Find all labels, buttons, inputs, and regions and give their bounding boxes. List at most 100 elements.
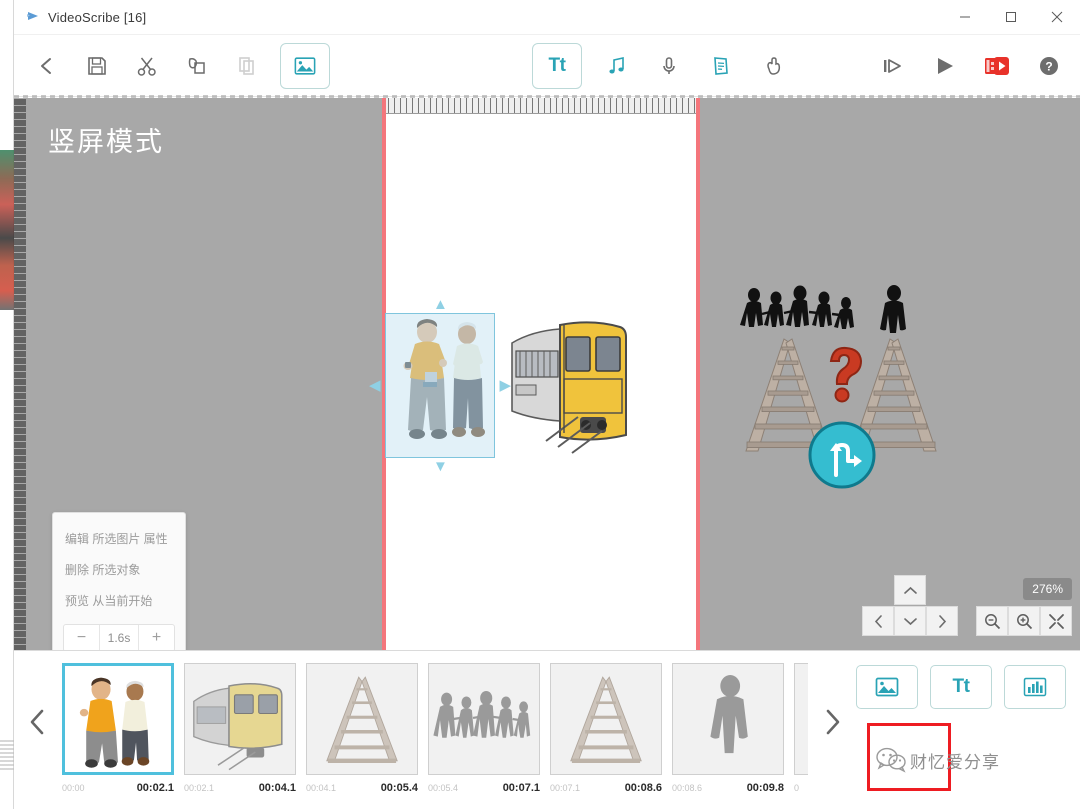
- play-logo-icon: [26, 10, 40, 24]
- timeline-frame-5[interactable]: [550, 663, 662, 775]
- vertical-ruler: [14, 98, 26, 650]
- background-window-text: [0, 740, 14, 770]
- add-text-timeline-button[interactable]: Tt: [930, 665, 992, 709]
- add-chart-timeline-button[interactable]: [1004, 665, 1066, 709]
- timeline-frame-2[interactable]: [184, 663, 296, 775]
- add-text-button[interactable]: Tt: [532, 42, 582, 89]
- frame-6-end: 00:09.8: [746, 782, 784, 794]
- zoom-level-badge: 276%: [1023, 578, 1072, 600]
- timeline-frame-5-times: 00:07.1 00:08.6: [550, 779, 662, 797]
- toolbar-left-group: [14, 42, 330, 89]
- timeline-frame-7[interactable]: [794, 663, 808, 775]
- toolbar-center-group: Tt: [532, 42, 790, 89]
- resize-handle-up-icon[interactable]: ▲: [433, 296, 448, 313]
- frame-7-start: 0: [794, 783, 800, 793]
- horizontal-ruler: [382, 98, 700, 114]
- publish-button[interactable]: [980, 49, 1014, 83]
- timeline-track[interactable]: 00:00 00:02.1 00:02.1 00:04.1 00:04.1 00…: [62, 659, 808, 807]
- toolbar-right-group: ?: [876, 49, 1066, 83]
- cut-button[interactable]: [130, 49, 164, 83]
- timeline-frame-6-times: 00:08.6 00:09.8: [672, 779, 784, 797]
- resize-handle-left-icon[interactable]: ◀: [369, 376, 381, 394]
- artwork-tracks-choice[interactable]: [732, 283, 952, 503]
- play-from-here-button[interactable]: [876, 49, 910, 83]
- timeline-frame-3[interactable]: [306, 663, 418, 775]
- paste-button[interactable]: [230, 49, 264, 83]
- zoom-button-group: [976, 606, 1072, 636]
- zoom-in-button[interactable]: [1008, 606, 1040, 636]
- pan-up-button[interactable]: [894, 575, 926, 605]
- svg-text:?: ?: [1045, 59, 1052, 73]
- play-button[interactable]: [928, 49, 962, 83]
- wechat-icon: [876, 747, 906, 773]
- frame-2-end: 00:04.1: [258, 782, 296, 794]
- frame-1-end: 00:02.1: [136, 782, 174, 794]
- timeline-frame-4[interactable]: [428, 663, 540, 775]
- timeline-frame-2-times: 00:02.1 00:04.1: [184, 779, 296, 797]
- back-button[interactable]: [30, 49, 64, 83]
- frame-4-end: 00:07.1: [502, 782, 540, 794]
- fit-to-screen-button[interactable]: [1040, 606, 1072, 636]
- close-button[interactable]: [1034, 0, 1080, 35]
- maximize-button[interactable]: [988, 0, 1034, 35]
- background-window[interactable]: [0, 0, 14, 809]
- title-bar: VideoScribe [16]: [14, 0, 1080, 35]
- videoscribe-window: VideoScribe [16] Tt ? 竖屏模式 ▲ ▼ ◀ ▶ 编辑 所选…: [0, 0, 1080, 809]
- minimize-button[interactable]: [942, 0, 988, 35]
- add-image-button[interactable]: [280, 42, 330, 89]
- timeline-prev-button[interactable]: [18, 697, 58, 747]
- timeline-frame-3-times: 00:04.1 00:05.4: [306, 779, 418, 797]
- duration-increase-button[interactable]: +: [138, 625, 174, 650]
- timeline-frame-1[interactable]: [62, 663, 174, 775]
- timeline-bar: 00:00 00:02.1 00:02.1 00:04.1 00:04.1 00…: [14, 650, 1080, 809]
- paper-button[interactable]: [704, 49, 738, 83]
- guide-line-right: [696, 98, 700, 650]
- frame-1-start: 00:00: [62, 783, 85, 793]
- duration-stepper[interactable]: − 1.6s +: [63, 624, 175, 650]
- add-text-label: Tt: [548, 54, 566, 76]
- pan-right-button[interactable]: [926, 606, 958, 636]
- thumb-art-track-2: [570, 676, 642, 763]
- frame-3-start: 00:04.1: [306, 783, 337, 793]
- artwork-train[interactable]: [506, 313, 666, 533]
- delete-selected-object[interactable]: 删除 所选对象: [53, 554, 185, 585]
- timeline-next-button[interactable]: [812, 697, 852, 747]
- thumb-art-family: [433, 690, 531, 738]
- record-voice-button[interactable]: [652, 49, 686, 83]
- thumb-art-track: [326, 676, 398, 763]
- timeline-frame-6[interactable]: [672, 663, 784, 775]
- edit-image-properties[interactable]: 编辑 所选图片 属性: [53, 523, 185, 554]
- save-button[interactable]: [80, 49, 114, 83]
- frame-4-start: 00:05.4: [428, 783, 459, 793]
- hand-button[interactable]: [756, 49, 790, 83]
- add-music-button[interactable]: [600, 49, 634, 83]
- preview-from-here[interactable]: 预览 从当前开始: [53, 585, 185, 616]
- pan-down-button[interactable]: [894, 606, 926, 636]
- canvas-mode-label: 竖屏模式: [48, 127, 164, 157]
- selection-box[interactable]: ▲ ▼ ◀ ▶: [369, 296, 511, 475]
- background-window-thumbnail: [0, 150, 14, 310]
- copy-button[interactable]: [180, 49, 214, 83]
- watermark-text: 财忆爱分享: [910, 752, 1000, 772]
- pan-left-button[interactable]: [862, 606, 894, 636]
- timeline-frame-7-times: 0: [794, 779, 808, 797]
- thumb-art-person: [710, 675, 748, 754]
- canvas-workspace[interactable]: 竖屏模式 ▲ ▼ ◀ ▶ 编辑 所选图片 属性 删除 所选对象 预览 从当前开始…: [14, 98, 1080, 650]
- frame-2-start: 00:02.1: [184, 783, 215, 793]
- timeline-frame-4-times: 00:05.4 00:07.1: [428, 779, 540, 797]
- add-image-timeline-button[interactable]: [856, 665, 918, 709]
- thumb-art-two-men: [79, 677, 150, 768]
- duration-value: 1.6s: [107, 631, 131, 645]
- timeline-add-buttons: Tt: [856, 665, 1066, 709]
- zoom-out-button[interactable]: [976, 606, 1008, 636]
- frame-5-end: 00:08.6: [624, 782, 662, 794]
- resize-handle-down-icon[interactable]: ▼: [433, 458, 448, 475]
- frame-3-end: 00:05.4: [380, 782, 418, 794]
- window-title: VideoScribe [16]: [48, 9, 147, 25]
- help-button[interactable]: ?: [1032, 49, 1066, 83]
- context-menu[interactable]: 编辑 所选图片 属性 删除 所选对象 预览 从当前开始 − 1.6s +: [52, 512, 186, 650]
- frame-5-start: 00:07.1: [550, 783, 581, 793]
- add-text-timeline-label: Tt: [952, 676, 970, 697]
- duration-decrease-button[interactable]: −: [64, 625, 100, 650]
- main-toolbar: Tt ?: [14, 35, 1080, 97]
